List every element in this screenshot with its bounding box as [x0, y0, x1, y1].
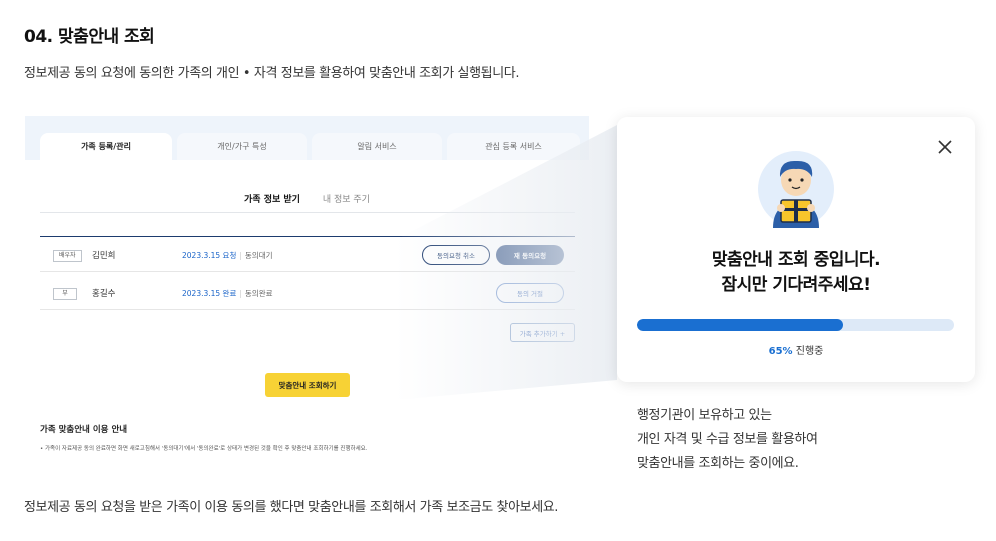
popup-title-line2: 잠시만 기다려주세요!	[721, 275, 871, 295]
guide-text: • 가족이 자료제공 동의 완료하면 화면 새로고침해서 '동의대기'에서 '동…	[40, 446, 368, 452]
guide-title: 가족 맞춤안내 이용 안내	[40, 425, 128, 435]
re-request-button[interactable]: 재 동의요청	[496, 245, 564, 265]
description-line: 행정기관이 보유하고 있는	[637, 408, 772, 423]
description-line: 맞춤안내를 조회하는 중이에요.	[637, 456, 799, 471]
tab-personal-features[interactable]: 개인/가구 특성	[177, 133, 307, 160]
request-date: 2023.3.15 요청 | 동의대기	[182, 251, 273, 260]
consent-status: 동의대기	[244, 251, 273, 260]
relation-badge: 부	[53, 288, 77, 300]
subtab-divider	[40, 212, 575, 213]
popup-title-line1: 맞춤안내 조회 중입니다.	[711, 250, 881, 270]
cancel-request-button[interactable]: 동의요청 취소	[422, 245, 490, 265]
mock-tabs: 가족 등록/관리 개인/가구 특성 알림 서비스 관심 등록 서비스	[40, 133, 580, 160]
progress-label: 진행중	[795, 346, 824, 357]
page-heading: 04. 맞춤안내 조회	[24, 27, 155, 47]
request-date: 2023.3.15 완료 | 동의완료	[182, 289, 273, 298]
consent-status: 동의완료	[244, 289, 273, 298]
relation-badge: 배우자	[53, 250, 82, 262]
mascot-holding-gift-icon	[758, 151, 834, 228]
progress-bar	[637, 319, 954, 331]
add-family-button[interactable]: 가족 추가하기 +	[510, 323, 575, 342]
date-text: 2023.3.15 요청	[182, 251, 237, 260]
mock-screen: 가족 등록/관리 개인/가구 특성 알림 서비스 관심 등록 서비스 가족 정보…	[25, 116, 589, 476]
subtab-give-my-info[interactable]: 내 정보 주기	[323, 192, 370, 205]
mock-subtabs: 가족 정보 받기 내 정보 주기	[25, 192, 589, 205]
popup-title: 맞춤안내 조회 중입니다. 잠시만 기다려주세요!	[617, 248, 975, 298]
table-row: 배우자 김민희 2023.3.15 요청 | 동의대기 동의요청 취소 재 동의요청	[40, 238, 575, 272]
decline-consent-button[interactable]: 동의 거절	[496, 283, 564, 303]
custom-guide-search-button[interactable]: 맞춤안내 조회하기	[265, 373, 350, 397]
progress-text: 65% 진행중	[617, 342, 975, 357]
tab-interest-service[interactable]: 관심 등록 서비스	[447, 133, 580, 160]
loading-popup: 맞춤안내 조회 중입니다. 잠시만 기다려주세요! 65% 진행중	[617, 117, 975, 382]
tab-alert-service[interactable]: 알림 서비스	[312, 133, 442, 160]
description-text: 행정기관이 보유하고 있는 개인 자격 및 수급 정보를 활용하여 맞춤안내를 …	[637, 404, 818, 476]
subtab-receive-family-info[interactable]: 가족 정보 받기	[244, 192, 300, 205]
footer-text: 정보제공 동의 요청을 받은 가족이 이용 동의를 했다면 맞춤안내를 조회해서…	[24, 500, 559, 515]
date-text: 2023.3.15 완료	[182, 289, 237, 298]
member-name: 홍길수	[92, 289, 116, 299]
close-icon[interactable]	[937, 139, 953, 155]
page-subtitle: 정보제공 동의 요청에 동의한 가족의 개인 • 자격 정보를 활용하여 맞춤안…	[24, 66, 520, 81]
tab-family-register[interactable]: 가족 등록/관리	[40, 133, 172, 160]
table-top-line	[40, 236, 575, 237]
member-name: 김민희	[92, 251, 116, 261]
progress-percent: 65%	[768, 346, 793, 357]
progress-fill	[637, 319, 844, 331]
description-line: 개인 자격 및 수급 정보를 활용하여	[637, 432, 818, 447]
table-row: 부 홍길수 2023.3.15 완료 | 동의완료 동의 거절	[40, 276, 575, 310]
